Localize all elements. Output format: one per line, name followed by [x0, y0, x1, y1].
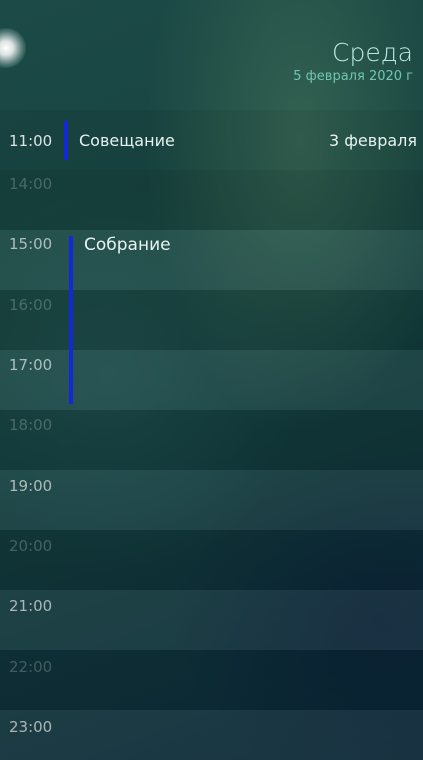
event-title[interactable]: Совещание [79, 131, 175, 150]
hour-label-22: 22:00 [9, 658, 53, 676]
timeline-row-20[interactable] [0, 530, 423, 590]
hour-label-16: 16:00 [9, 296, 53, 314]
event-color-bar [69, 236, 73, 404]
event-title[interactable]: Собрание [84, 235, 171, 255]
hour-label-23: 23:00 [9, 718, 53, 736]
day-name: Среда [332, 38, 413, 67]
timeline-row-22[interactable] [0, 650, 423, 710]
event-color-bar [64, 121, 68, 160]
timeline-row-15[interactable] [0, 230, 423, 290]
hour-label-21: 21:00 [9, 597, 53, 615]
event-date[interactable]: 3 февраля [329, 131, 417, 150]
timeline-row-19[interactable] [0, 470, 423, 530]
hour-label-11: 11:00 [9, 132, 53, 150]
timeline-row-21[interactable] [0, 590, 423, 650]
full-date: 5 февраля 2020 г [293, 69, 413, 84]
timeline-row-17[interactable] [0, 350, 423, 410]
timeline-row-14[interactable] [0, 170, 423, 230]
hour-label-19: 19:00 [9, 477, 53, 495]
ambient-light-icon [0, 28, 26, 68]
timeline-row-16[interactable] [0, 290, 423, 350]
hour-label-17: 17:00 [9, 356, 53, 374]
hour-label-14: 14:00 [9, 175, 53, 193]
hour-label-15: 15:00 [9, 235, 53, 253]
day-header: Среда 5 февраля 2020 г [293, 38, 413, 86]
timeline-row-23[interactable] [0, 710, 423, 760]
hour-label-18: 18:00 [9, 416, 53, 434]
timeline-row-18[interactable] [0, 410, 423, 470]
hour-label-20: 20:00 [9, 537, 53, 555]
